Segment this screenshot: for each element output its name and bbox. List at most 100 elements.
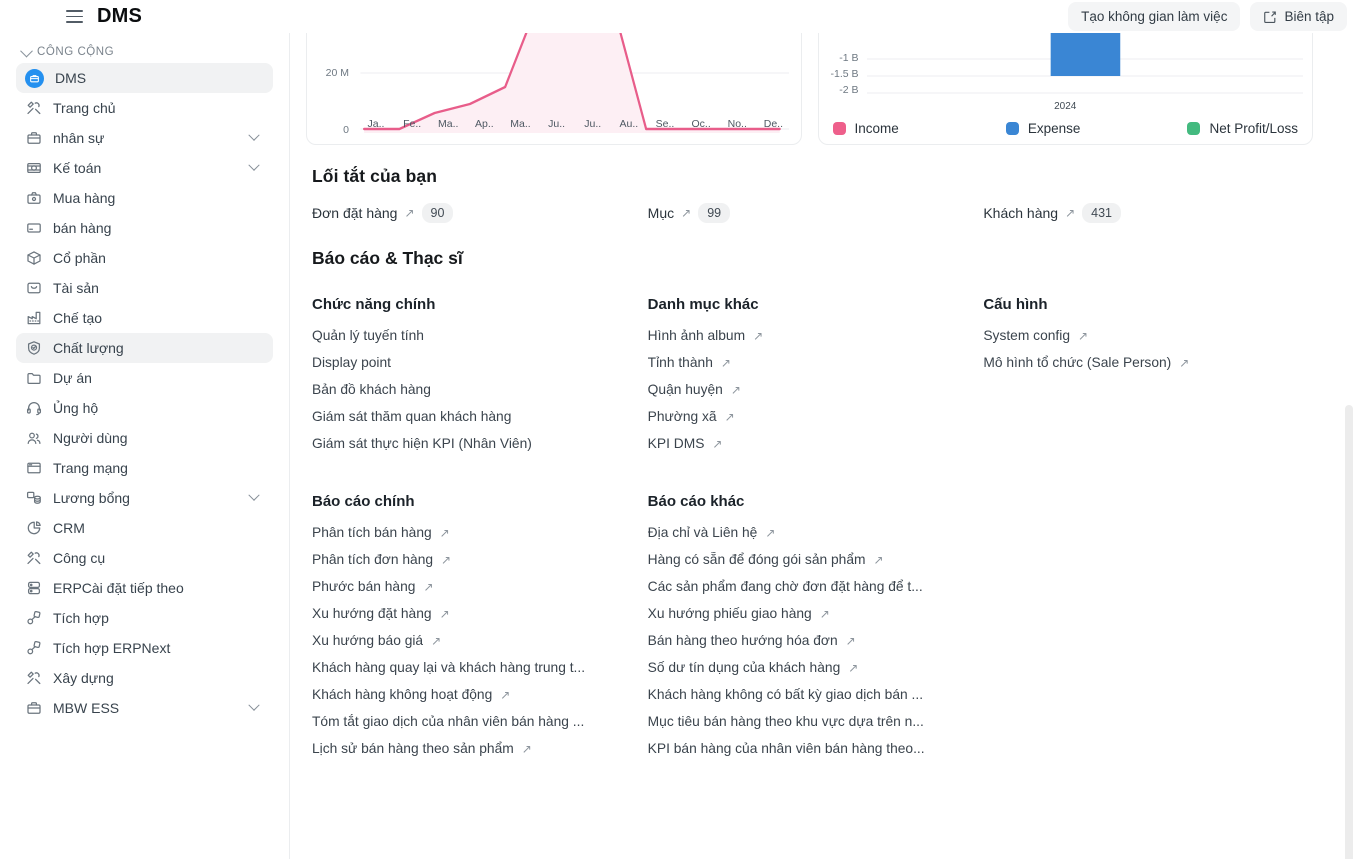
legend-item-expense[interactable]: Expense [1005, 121, 1080, 136]
arrow-northeast-icon: ↗ [765, 525, 776, 540]
report-link[interactable]: Khách hàng không hoạt động ↗ [306, 681, 616, 708]
report-link[interactable]: Phân tích đơn hàng ↗ [306, 546, 616, 573]
report-link[interactable]: Mục tiêu bán hàng theo khu vực dựa trên … [642, 708, 952, 735]
sidebar-item-l-ng-b-ng[interactable]: Lương bổng [16, 483, 273, 513]
report-link[interactable]: Giám sát thăm quan khách hàng [306, 403, 616, 430]
bar-chart-ytick-0: -1 B [839, 52, 859, 64]
report-link[interactable]: Hàng có sẵn để đóng gói sản phẩm ↗ [642, 546, 952, 573]
factory-icon [25, 310, 42, 327]
arrow-northeast-icon: ↗ [681, 206, 692, 220]
top-bar: DMS Tạo không gian làm việc Biên tập [0, 0, 1359, 33]
report-link[interactable]: Display point [306, 349, 616, 376]
sidebar-item-t-i-s-n[interactable]: Tài sản [16, 273, 273, 303]
shortcut-kh-ch-h-ng[interactable]: Khách hàng ↗ 431 [977, 203, 1313, 223]
sidebar-section-public[interactable]: CÔNG CỘNG [16, 41, 273, 63]
report-link[interactable]: Các sản phẩm đang chờ đơn đặt hàng để t.… [642, 573, 952, 600]
report-link-label: Display point [312, 355, 391, 370]
sidebar-item-nh-n-s[interactable]: nhân sự [16, 123, 273, 153]
sidebar-item-t-ch-h-p-erpnext[interactable]: Tích hợp ERPNext [16, 633, 273, 663]
chevron-down-icon[interactable] [248, 699, 260, 711]
report-link[interactable]: Hình ảnh album ↗ [642, 322, 952, 349]
report-link[interactable]: Khách hàng quay lại và khách hàng trung … [306, 654, 616, 681]
sidebar-item-erpc-i-t-ti-p-theo[interactable]: ERPCài đặt tiếp theo [16, 573, 273, 603]
arrow-northeast-icon: ↗ [439, 606, 450, 621]
shortcut-count-badge: 90 [421, 203, 454, 223]
sidebar-item-d-n[interactable]: Dự án [16, 363, 273, 393]
sidebar-item-ng-i-d-ng[interactable]: Người dùng [16, 423, 273, 453]
create-workspace-button[interactable]: Tạo không gian làm việc [1068, 2, 1241, 31]
sidebar-item-c-ng-c[interactable]: Công cụ [16, 543, 273, 573]
sidebar-item-label: Dự án [53, 370, 92, 386]
report-link[interactable]: Bản đồ khách hàng [306, 376, 616, 403]
purchase-icon [25, 190, 42, 207]
legend-color-swatch [1187, 122, 1201, 135]
legend-item-net-profit-loss[interactable]: Net Profit/Loss [1187, 121, 1298, 136]
bar-chart-x-label: 2024 [1054, 101, 1077, 112]
shortcut-m-c[interactable]: Mục ↗ 99 [642, 203, 978, 223]
line-chart: 20 M 0 Ja.. Fe.. Ma.. Ap.. Ma.. Ju.. Ju.. Au.. S… [307, 33, 801, 144]
sidebar-item-trang-ch[interactable]: Trang chủ [16, 93, 273, 123]
browser-icon [25, 460, 42, 477]
main-scrollbar[interactable] [1345, 405, 1353, 859]
report-link[interactable]: Số dư tín dụng của khách hàng ↗ [642, 654, 952, 681]
report-link[interactable]: Khách hàng không có bất kỳ giao dịch bán… [642, 681, 952, 708]
chevron-down-icon[interactable] [248, 159, 260, 171]
report-link-label: Phường xã [647, 409, 717, 424]
report-link-label: Lịch sử bán hàng theo sản phẩm [312, 741, 514, 756]
report-link-label: Quận huyện [647, 382, 723, 397]
sidebar-item-mbw-ess[interactable]: MBW ESS [16, 693, 273, 723]
edit-button[interactable]: Biên tập [1250, 2, 1347, 31]
chevron-down-icon[interactable] [248, 489, 260, 501]
arrow-northeast-icon: ↗ [1065, 206, 1076, 220]
sidebar-item-ng-h[interactable]: Ủng hộ [16, 393, 273, 423]
line-chart-x-labels: Ja.. Fe.. Ma.. Ap.. Ma.. Ju.. Ju.. Au.. Se.. Oc..… [363, 118, 787, 130]
line-chart-x-tick: Ma.. [510, 118, 531, 130]
report-link[interactable]: Phường xã ↗ [642, 403, 952, 430]
report-link[interactable]: Xu hướng báo giá ↗ [306, 627, 616, 654]
sidebar-item-label: Cổ phần [53, 250, 106, 266]
report-link-label: Mục tiêu bán hàng theo khu vực dựa trên … [647, 714, 924, 729]
sidebar-item-ch-t-o[interactable]: Chế tạo [16, 303, 273, 333]
report-column [977, 493, 1313, 762]
sidebar-item-label: Người dùng [53, 430, 128, 446]
report-link[interactable]: Lịch sử bán hàng theo sản phẩm ↗ [306, 735, 616, 762]
sidebar-item-crm[interactable]: CRM [16, 513, 273, 543]
report-link[interactable]: Tỉnh thành ↗ [642, 349, 952, 376]
report-link[interactable]: Mô hình tổ chức (Sale Person) ↗ [977, 349, 1287, 376]
report-link[interactable]: Giám sát thực hiện KPI (Nhân Viên) [306, 430, 616, 457]
sidebar-item-dms[interactable]: DMS [16, 63, 273, 93]
tools-icon [25, 670, 42, 687]
report-link[interactable]: Phước bán hàng ↗ [306, 573, 616, 600]
chevron-down-icon[interactable] [248, 129, 260, 141]
sidebar-item-k-to-n[interactable]: Kế toán [16, 153, 273, 183]
arrow-northeast-icon: ↗ [439, 525, 450, 540]
arrow-northeast-icon: ↗ [441, 552, 452, 567]
report-link[interactable]: Tóm tắt giao dịch của nhân viên bán hàng… [306, 708, 616, 735]
report-link-label: Xu hướng báo giá [312, 633, 424, 648]
sidebar-item-c-ph-n[interactable]: Cổ phần [16, 243, 273, 273]
sidebar-item-ch-t-l-ng[interactable]: Chất lượng [16, 333, 273, 363]
shortcut-label: Mục [647, 205, 675, 221]
sidebar-item-b-n-h-ng[interactable]: bán hàng [16, 213, 273, 243]
report-link[interactable]: KPI DMS ↗ [642, 430, 952, 457]
shortcut-n-t-h-ng[interactable]: Đơn đặt hàng ↗ 90 [306, 203, 642, 223]
report-link-label: Giám sát thực hiện KPI (Nhân Viên) [312, 436, 532, 451]
report-link[interactable]: System config ↗ [977, 322, 1287, 349]
report-link[interactable]: Địa chỉ và Liên hệ ↗ [642, 519, 952, 546]
main-content: 20 M 0 Ja.. Fe.. Ma.. Ap.. Ma.. Ju.. Ju.. Au.. S… [290, 33, 1359, 859]
report-link[interactable]: Bán hàng theo hướng hóa đơn ↗ [642, 627, 952, 654]
reports-title: Báo cáo & Thạc sĩ [312, 248, 463, 268]
report-link[interactable]: KPI bán hàng của nhân viên bán hàng theo… [642, 735, 952, 762]
sidebar-item-trang-m-ng[interactable]: Trang mạng [16, 453, 273, 483]
report-link[interactable]: Quản lý tuyến tính [306, 322, 616, 349]
report-link[interactable]: Quận huyện ↗ [642, 376, 952, 403]
hamburger-icon[interactable] [66, 10, 83, 23]
sidebar-item-label: Tài sản [53, 280, 99, 296]
sidebar-item-t-ch-h-p[interactable]: Tích hợp [16, 603, 273, 633]
legend-item-income[interactable]: Income [832, 121, 899, 136]
report-link[interactable]: Phân tích bán hàng ↗ [306, 519, 616, 546]
report-link[interactable]: Xu hướng đặt hàng ↗ [306, 600, 616, 627]
report-link[interactable]: Xu hướng phiếu giao hàng ↗ [642, 600, 952, 627]
sidebar-item-x-y-d-ng[interactable]: Xây dựng [16, 663, 273, 693]
sidebar-item-mua-h-ng[interactable]: Mua hàng [16, 183, 273, 213]
